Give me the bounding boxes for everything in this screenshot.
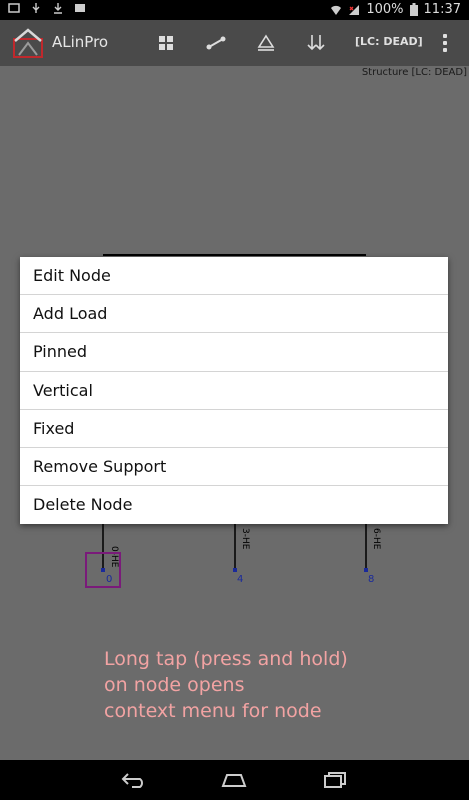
menu-item-fixed[interactable]: Fixed [20,410,448,448]
notification-icons [8,2,86,14]
recents-icon [324,772,346,788]
action-bar: ALinPro [LC: DEAD] [0,20,469,66]
usb-icon [32,3,40,13]
member-label: 6-HE [371,528,381,550]
wifi-icon [331,5,342,15]
download-icon [54,3,62,14]
battery-percent: 100% [366,2,404,17]
system-icons: 100% 11:37 [330,2,461,17]
overflow-dot-icon [443,41,447,45]
clock: 11:37 [423,2,461,17]
battery-icon [409,3,418,16]
menu-item-pinned[interactable]: Pinned [20,333,448,372]
app-logo-icon[interactable] [12,27,44,59]
grid-icon [159,36,173,50]
overflow-menu-button[interactable] [430,28,460,58]
node-0[interactable] [101,568,105,572]
hint-text: Long tap (press and hold) on node opens … [104,646,348,724]
member-tool-button[interactable] [201,28,231,58]
node-context-menu: Edit Node Add Load Pinned Vertical Fixed… [20,257,448,524]
grid-view-button[interactable] [151,28,181,58]
home-button[interactable] [216,768,252,792]
node-label: 4 [237,574,243,585]
home-icon [221,774,247,787]
menu-item-delete-node[interactable]: Delete Node [20,486,448,524]
menu-item-add-load[interactable]: Add Load [20,295,448,334]
node-8[interactable] [364,568,368,572]
hint-line: Long tap (press and hold) [104,648,348,670]
load-case-selector[interactable]: [LC: DEAD] [355,35,423,48]
menu-item-remove-support[interactable]: Remove Support [20,448,448,487]
app-title: ALinPro [52,33,109,51]
node-label: 8 [368,574,374,585]
back-button[interactable] [116,768,152,792]
recents-button[interactable] [317,768,353,792]
hint-line: on node opens [104,674,245,696]
menu-item-edit-node[interactable]: Edit Node [20,257,448,296]
member-line-icon [206,36,226,50]
status-bar: 100% 11:37 [0,0,469,20]
overflow-dot-icon [443,34,447,38]
signal-icon [349,4,360,15]
member-label: 0-HE [109,546,119,568]
overflow-dot-icon [443,48,447,52]
support-icon [257,34,275,51]
hint-line: context menu for node [104,700,322,722]
navigation-bar [0,760,469,800]
screenshot-icon [8,3,20,13]
image-icon [75,4,85,12]
load-arrows-icon [307,35,325,51]
node-label: 0 [106,574,112,585]
support-tool-button[interactable] [251,28,281,58]
node-4[interactable] [233,568,237,572]
load-tool-button[interactable] [301,28,331,58]
back-icon [121,773,143,788]
member-label: 3-HE [240,528,250,550]
menu-item-vertical[interactable]: Vertical [20,372,448,410]
